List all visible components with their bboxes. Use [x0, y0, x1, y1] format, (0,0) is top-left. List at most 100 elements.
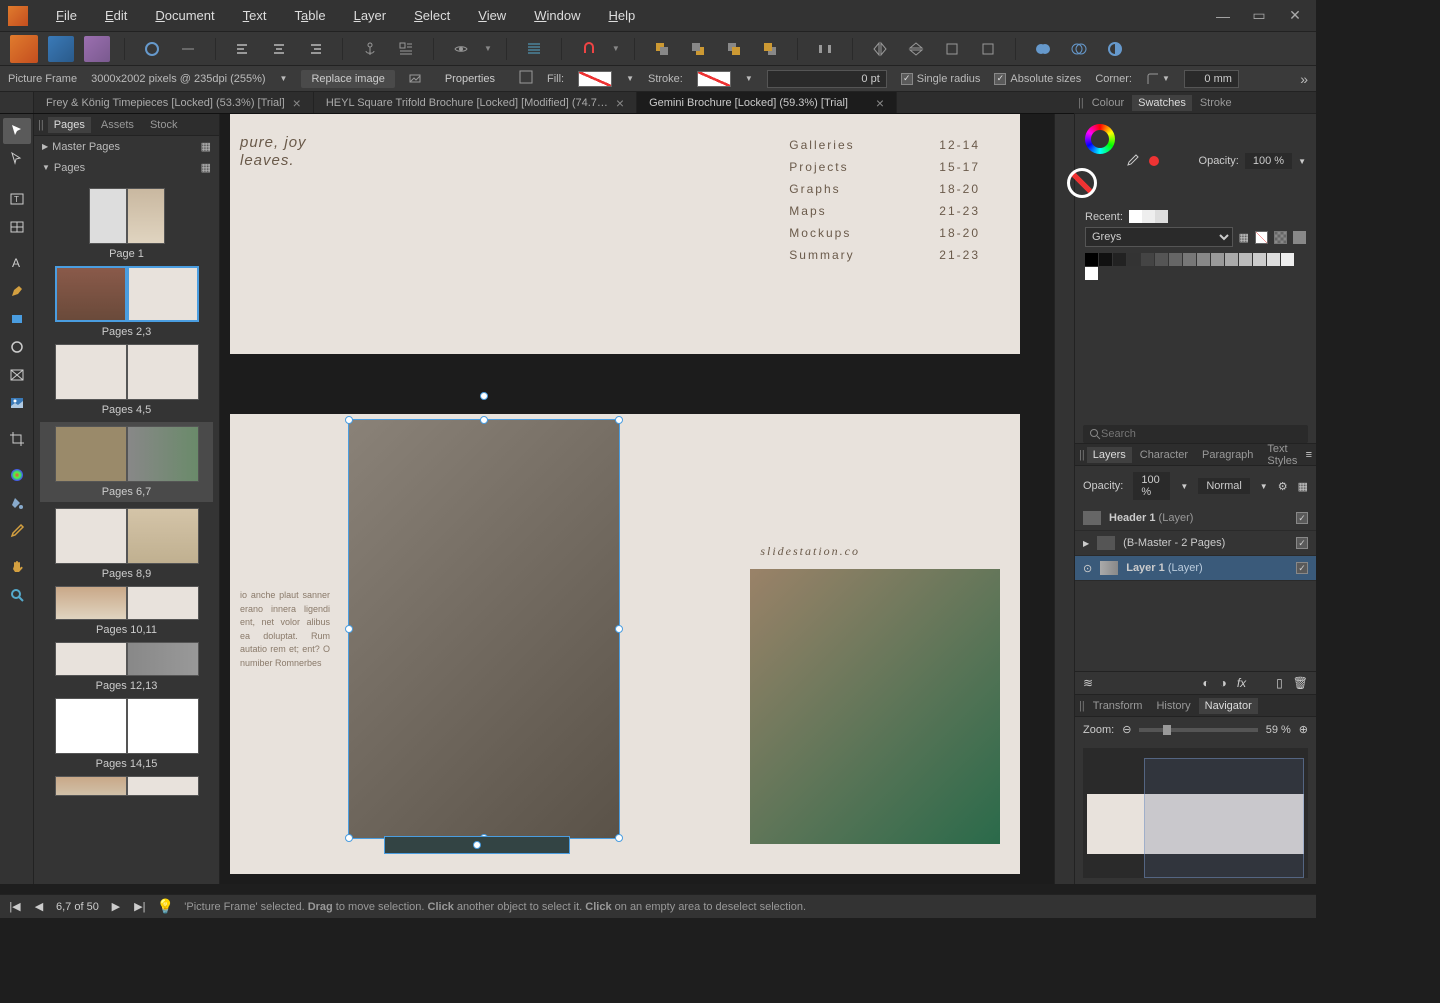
first-page-button[interactable]: |◀	[8, 900, 22, 913]
page-thumb-1[interactable]: Page 1	[40, 188, 213, 260]
page-thumb-4[interactable]: Pages 6,7	[40, 422, 213, 502]
arrange4-icon[interactable]	[757, 36, 783, 62]
stroke-swatch[interactable]	[697, 71, 731, 87]
stroke-tab[interactable]: Stroke	[1194, 95, 1238, 111]
page-indicator[interactable]: 6,7 of 50	[56, 901, 99, 913]
resize-handle[interactable]	[480, 416, 488, 424]
stroke-well[interactable]	[1067, 168, 1097, 198]
doc-size-label[interactable]: 3000x2002 pixels @ 235dpi (255%)	[91, 73, 265, 85]
resize-handle[interactable]	[615, 625, 623, 633]
menu-window[interactable]: Window	[520, 4, 594, 27]
arrange1-icon[interactable]	[649, 36, 675, 62]
registration-swatch[interactable]	[1274, 231, 1287, 244]
add-palette-icon[interactable]: ▦	[1239, 231, 1249, 244]
layer-row[interactable]: ⊙ Layer 1 (Layer) ✓	[1075, 556, 1316, 581]
align-right-icon[interactable]	[302, 36, 328, 62]
eyedropper-tool[interactable]	[3, 518, 31, 544]
none-swatch[interactable]	[1255, 231, 1268, 244]
selection-box[interactable]	[348, 419, 620, 839]
doc-tab-3[interactable]: Gemini Brochure [Locked] (59.3%) [Trial]…	[637, 92, 897, 113]
pages-tab[interactable]: Pages	[48, 117, 91, 133]
boolean3-icon[interactable]	[1102, 36, 1128, 62]
layer-fx-icon[interactable]: ≋	[1083, 676, 1093, 690]
resize-handle[interactable]	[345, 416, 353, 424]
stock-tab[interactable]: Stock	[144, 117, 184, 133]
page-thumb-6[interactable]: Pages 10,11	[40, 586, 213, 636]
minimize-button[interactable]: —	[1216, 9, 1230, 23]
fill-tool[interactable]	[3, 490, 31, 516]
close-window-button[interactable]: ✕	[1288, 9, 1302, 23]
rectangle-tool[interactable]	[3, 306, 31, 332]
menu-layer[interactable]: Layer	[340, 4, 401, 27]
mask-icon[interactable]: ◐	[1202, 676, 1209, 690]
rotate-ccw-icon[interactable]	[975, 36, 1001, 62]
menu-view[interactable]: View	[464, 4, 520, 27]
text-frame-tool[interactable]: T	[3, 186, 31, 212]
page-thumb-8[interactable]: Pages 14,15	[40, 698, 213, 770]
corner-type-dropdown[interactable]: ▼	[1146, 72, 1170, 86]
last-page-button[interactable]: ▶|	[133, 900, 147, 913]
zoom-value[interactable]: 59 %	[1266, 724, 1291, 736]
navigator-view[interactable]	[1083, 748, 1308, 878]
node-tool[interactable]	[3, 146, 31, 172]
menu-edit[interactable]: Edit	[91, 4, 141, 27]
pan-tool[interactable]	[3, 554, 31, 580]
crop-tool[interactable]	[3, 426, 31, 452]
palette-select[interactable]: Greys	[1085, 227, 1233, 247]
resize-handle[interactable]	[615, 834, 623, 842]
close-icon[interactable]: ×	[616, 95, 624, 111]
spread-lower[interactable]: io anche plaut sanner erano innera ligen…	[230, 414, 1020, 874]
frame-props-icon[interactable]	[519, 70, 533, 87]
pages-header[interactable]: ▼Pages ▦	[34, 157, 219, 178]
text-styles-tab[interactable]: Text Styles	[1261, 441, 1303, 469]
delete-layer-icon[interactable]: 🗑	[1293, 676, 1308, 690]
align-left-icon[interactable]	[230, 36, 256, 62]
menu-help[interactable]: Help	[594, 4, 649, 27]
page-thumb-5[interactable]: Pages 8,9	[40, 508, 213, 580]
properties-button[interactable]: Properties	[435, 70, 505, 88]
page-thumb-9[interactable]	[40, 776, 213, 796]
colour-tab[interactable]: Colour	[1086, 95, 1130, 111]
search-input[interactable]	[1101, 428, 1302, 440]
right-scrollbar[interactable]	[1054, 114, 1074, 884]
page-thumb-7[interactable]: Pages 12,13	[40, 642, 213, 692]
zoom-tool[interactable]	[3, 582, 31, 608]
pen-tool[interactable]	[3, 278, 31, 304]
page-thumb-2[interactable]: Pages 2,3	[40, 266, 213, 338]
publisher-persona-icon[interactable]	[10, 35, 38, 63]
close-icon[interactable]: ×	[293, 95, 301, 111]
preflight-icon[interactable]	[139, 36, 165, 62]
picture-frame-tool[interactable]	[3, 362, 31, 388]
resize-handle[interactable]	[345, 834, 353, 842]
canvas[interactable]: pure, joyleaves. Galleries12-14 Projects…	[220, 114, 1054, 884]
arrange3-icon[interactable]	[721, 36, 747, 62]
wrap-icon[interactable]	[393, 36, 419, 62]
expand-icon[interactable]: ⊙	[1083, 562, 1092, 575]
layers-tab[interactable]: Layers	[1087, 447, 1132, 463]
frame-scale-slider[interactable]	[384, 836, 570, 854]
resize-handle[interactable]	[615, 416, 623, 424]
anchor-icon[interactable]	[357, 36, 383, 62]
adjust-icon[interactable]: ◑	[1220, 676, 1227, 690]
rotate-cw-icon[interactable]	[939, 36, 965, 62]
flip-v-icon[interactable]	[903, 36, 929, 62]
visibility-checkbox[interactable]: ✓	[1296, 537, 1308, 549]
spread-upper[interactable]: pure, joyleaves. Galleries12-14 Projects…	[230, 114, 1020, 354]
swatch-grid[interactable]	[1075, 249, 1316, 284]
pages-list[interactable]: Page 1 Pages 2,3 Pages 4,5 Pages 6,7 Pag…	[34, 178, 219, 884]
eyedropper-icon[interactable]	[1125, 154, 1139, 168]
swatches-tab[interactable]: Swatches	[1132, 95, 1192, 111]
pages-opts-icon[interactable]: ▦	[201, 140, 211, 153]
character-tab[interactable]: Character	[1134, 447, 1194, 463]
photo-right[interactable]	[750, 569, 1000, 844]
snap-icon[interactable]	[576, 36, 602, 62]
absolute-sizes-checkbox[interactable]: ✓Absolute sizes	[994, 73, 1081, 85]
blend-mode-select[interactable]: Normal	[1198, 478, 1249, 494]
doc-tab-2[interactable]: HEYL Square Trifold Brochure [Locked] [M…	[314, 92, 637, 113]
viewport-box[interactable]	[1144, 758, 1304, 878]
layer-opacity-value[interactable]: 100 %	[1133, 472, 1170, 500]
history-tab[interactable]: History	[1150, 698, 1196, 714]
menu-text[interactable]: Text	[229, 4, 281, 27]
navigator-tab[interactable]: Navigator	[1199, 698, 1258, 714]
add-layer-icon[interactable]: ▯	[1276, 676, 1283, 690]
